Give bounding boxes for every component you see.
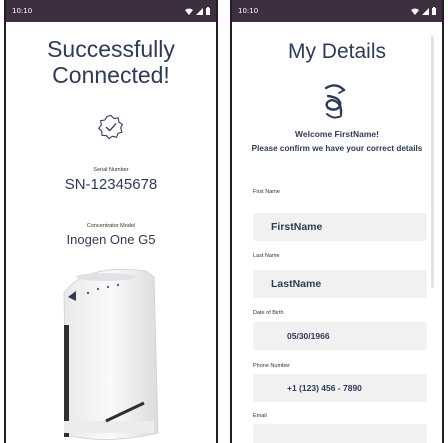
signal-icon bbox=[196, 7, 203, 15]
status-icons bbox=[411, 7, 436, 15]
status-time: 10:10 bbox=[238, 7, 259, 15]
email-field[interactable] bbox=[253, 424, 427, 443]
concentrator-device-image bbox=[63, 268, 159, 440]
status-time: 10:10 bbox=[12, 7, 33, 15]
phone-field[interactable]: +1 (123) 456 - 7890 bbox=[253, 374, 427, 402]
welcome-text: Welcome FirstName! bbox=[295, 129, 379, 139]
serial-number-label: Serial Number bbox=[93, 167, 129, 173]
serial-number-value: SN-12345678 bbox=[64, 176, 158, 193]
phone-value: +1 (123) 456 - 7890 bbox=[287, 383, 362, 393]
model-label: Concentrator Model bbox=[86, 223, 136, 229]
dob-field[interactable]: 05/30/1966 bbox=[253, 322, 427, 350]
page-title: My Details bbox=[287, 40, 387, 63]
signal-icon bbox=[422, 7, 429, 15]
first-name-field[interactable]: FirstName bbox=[253, 213, 427, 241]
model-value: Inogen One G5 bbox=[66, 232, 156, 247]
phone-label: Phone Number bbox=[253, 363, 290, 369]
brand-logo-icon bbox=[324, 84, 346, 119]
confirm-text: Please confirm we have your correct deta… bbox=[251, 144, 423, 153]
check-badge-icon bbox=[98, 114, 124, 140]
my-details-screen: 10:10 My Details Welcome FirstName! Plea… bbox=[230, 0, 444, 443]
email-label: Email bbox=[253, 413, 267, 419]
status-bar: 10:10 bbox=[6, 0, 216, 22]
status-bar: 10:10 bbox=[232, 0, 442, 22]
status-icons bbox=[185, 7, 210, 15]
last-name-label: Last Name bbox=[253, 253, 280, 259]
first-name-label: First Name bbox=[253, 189, 280, 195]
last-name-field[interactable]: LastName bbox=[253, 270, 427, 298]
success-title-line1: Successfully bbox=[47, 36, 175, 62]
success-title: Successfully Connected! bbox=[6, 36, 216, 88]
wifi-icon bbox=[185, 8, 193, 15]
first-name-value: FirstName bbox=[271, 221, 323, 233]
wifi-icon bbox=[411, 8, 419, 15]
dob-label: Date of Birth bbox=[253, 310, 284, 316]
dob-value: 05/30/1966 bbox=[287, 331, 330, 341]
connected-screen: 10:10 Successfully Connected! Serial Num… bbox=[4, 0, 218, 443]
battery-icon bbox=[432, 7, 436, 15]
scrollbar[interactable] bbox=[431, 36, 434, 288]
last-name-value: LastName bbox=[271, 278, 322, 290]
battery-icon bbox=[206, 7, 210, 15]
success-title-line2: Connected! bbox=[52, 62, 170, 88]
